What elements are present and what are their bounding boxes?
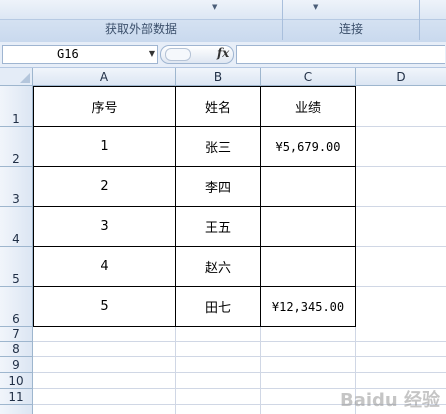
- cell-b5[interactable]: 赵六: [175, 246, 261, 287]
- cell-b1[interactable]: 姓名: [175, 86, 261, 127]
- gridline: [356, 286, 446, 287]
- formula-bar: G16 ▼ fx: [0, 42, 446, 68]
- cell-b4[interactable]: 王五: [175, 206, 261, 247]
- row-header-6[interactable]: 6: [0, 287, 33, 327]
- row-number: 7: [12, 327, 20, 341]
- ribbon-group-connections: ▼ 连接: [283, 0, 420, 40]
- formula-bar-resize-handle[interactable]: [165, 48, 191, 61]
- row-number: 11: [8, 390, 24, 404]
- cell-c5[interactable]: [260, 246, 356, 287]
- cell-c2[interactable]: ¥5,679.00: [260, 126, 356, 167]
- column-header-a[interactable]: A: [33, 68, 176, 86]
- cell-c3[interactable]: [260, 166, 356, 207]
- column-header-c[interactable]: C: [261, 68, 356, 86]
- formula-input[interactable]: [236, 45, 445, 64]
- cell-c1[interactable]: 业绩: [260, 86, 356, 127]
- column-header-b[interactable]: B: [176, 68, 261, 86]
- cell-a6[interactable]: 5: [33, 286, 176, 327]
- gridline: [356, 126, 446, 127]
- ribbon-group-partial: [420, 0, 446, 40]
- ribbon-group-label: 连接: [338, 22, 363, 36]
- row-header-9[interactable]: 9: [0, 357, 33, 373]
- select-all-triangle: [20, 73, 30, 83]
- cell-c4[interactable]: [260, 206, 356, 247]
- ribbon-group-buttons[interactable]: [420, 0, 446, 20]
- gridline: [33, 372, 446, 373]
- ribbon: ▼ 获取外部数据 ▼ 连接: [0, 0, 446, 43]
- cell-a3[interactable]: 2: [33, 166, 176, 207]
- formula-bar-controls: fx: [160, 45, 234, 64]
- row-header-12[interactable]: [0, 405, 33, 414]
- row-header-10[interactable]: 10: [0, 373, 33, 389]
- name-box-value: G16: [57, 47, 79, 61]
- row-number: 9: [12, 358, 20, 372]
- name-box[interactable]: G16 ▼: [2, 45, 158, 64]
- row-header-3[interactable]: 3: [0, 167, 33, 207]
- cell-b3[interactable]: 李四: [175, 166, 261, 207]
- insert-function-icon[interactable]: fx: [217, 46, 229, 60]
- watermark-logo: Baidu 经验: [339, 390, 440, 411]
- row-header-11[interactable]: 11: [0, 389, 33, 405]
- row-header-2[interactable]: 2: [0, 127, 33, 167]
- row-header-7[interactable]: 7: [0, 327, 33, 342]
- gridline: [260, 327, 261, 414]
- cell-a1[interactable]: 序号: [33, 86, 176, 127]
- row-number: 3: [12, 192, 20, 206]
- ribbon-group-buttons[interactable]: ▼: [283, 0, 419, 20]
- cell-a2[interactable]: 1: [33, 126, 176, 167]
- row-number: 1: [12, 112, 20, 126]
- row-number: 10: [8, 374, 24, 388]
- row-number: 8: [12, 342, 20, 356]
- row-number: 5: [12, 272, 20, 286]
- row-header-5[interactable]: 5: [0, 247, 33, 287]
- cell-b6[interactable]: 田七: [175, 286, 261, 327]
- gridline: [33, 356, 446, 357]
- ribbon-group-label: 获取外部数据: [104, 22, 177, 36]
- row-number: 2: [12, 152, 20, 166]
- chevron-down-icon[interactable]: ▼: [212, 3, 217, 11]
- gridline: [356, 166, 446, 167]
- cell-b2[interactable]: 张三: [175, 126, 261, 167]
- gridline: [356, 206, 446, 207]
- gridline: [33, 341, 446, 342]
- column-header-d[interactable]: D: [356, 68, 446, 86]
- row-header-1[interactable]: 1: [0, 86, 33, 127]
- cell-a5[interactable]: 4: [33, 246, 176, 287]
- gridline: [175, 327, 176, 414]
- row-header-4[interactable]: 4: [0, 207, 33, 247]
- cell-c6[interactable]: ¥12,345.00: [260, 286, 356, 327]
- gridline: [356, 246, 446, 247]
- cell-a4[interactable]: 3: [33, 206, 176, 247]
- row-number: 4: [12, 232, 20, 246]
- row-number: 6: [12, 312, 20, 326]
- row-header-8[interactable]: 8: [0, 342, 33, 357]
- chevron-down-icon[interactable]: ▼: [149, 49, 155, 58]
- chevron-down-icon[interactable]: ▼: [313, 3, 318, 11]
- ribbon-group-buttons[interactable]: ▼: [0, 0, 282, 20]
- ribbon-group-external-data: ▼ 获取外部数据: [0, 0, 283, 40]
- select-all-button[interactable]: [0, 68, 33, 86]
